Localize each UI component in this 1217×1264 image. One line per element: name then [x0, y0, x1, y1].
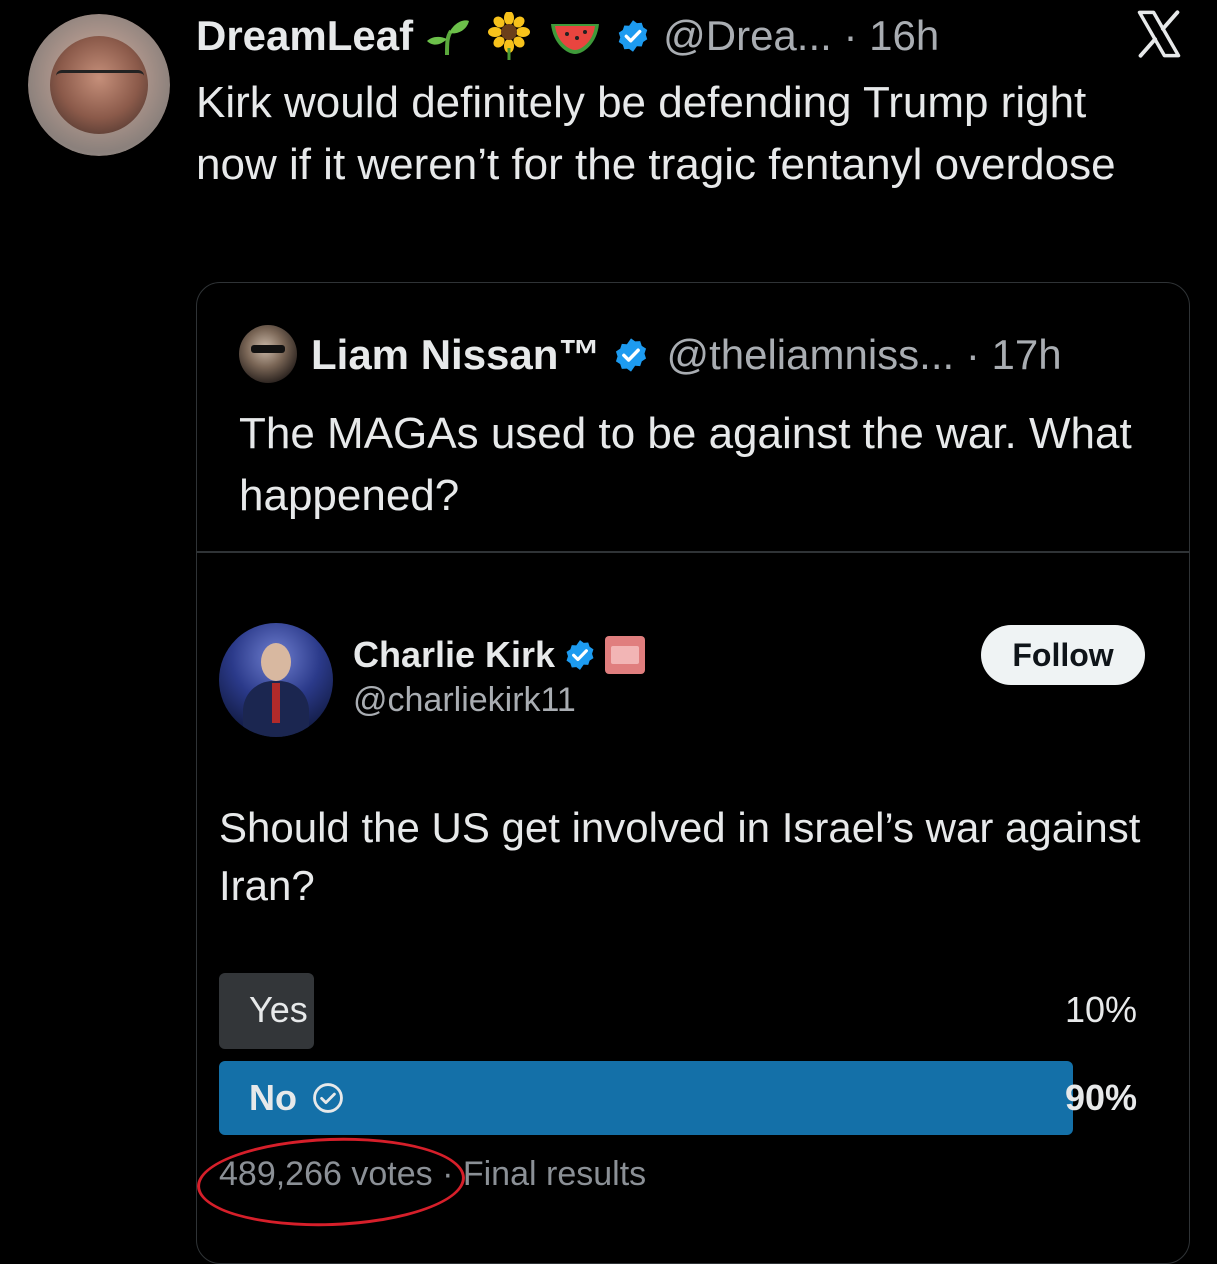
follow-button[interactable]: Follow — [981, 625, 1145, 685]
tweet-time[interactable]: 16h — [869, 12, 939, 59]
quote-text: The MAGAs used to be against the war. Wh… — [239, 409, 1132, 520]
separator-dot: · — [965, 331, 980, 378]
sunflower-icon — [488, 12, 531, 60]
tweet-header: DreamLeaf @Drea... · 16h — [196, 6, 939, 66]
poll-status: Final results — [462, 1155, 647, 1193]
red-circle-annotation — [195, 1133, 467, 1231]
quote-author-name[interactable]: Liam Nissan™ — [311, 331, 600, 379]
affiliation-badge-icon[interactable] — [605, 636, 646, 674]
author-handle-time: @Drea... · 16h — [663, 12, 939, 60]
name-emojis — [425, 12, 603, 60]
quote-author-avatar[interactable] — [239, 325, 297, 383]
poll-question: Should the US get involved in Israel’s w… — [219, 804, 1141, 909]
quote-handle-time: @theliamniss... · 17h — [666, 331, 1061, 379]
embedded-author-name[interactable]: Charlie Kirk — [353, 634, 555, 676]
verified-badge-icon — [616, 338, 647, 372]
embedded-author-handle[interactable]: @charliekirk11 — [353, 681, 576, 720]
quoted-tweet-card[interactable]: Liam Nissan™ @theliamniss... · 17h The M… — [195, 282, 1190, 1264]
avatar-tie — [272, 683, 280, 723]
poll-option-no-bar — [219, 1061, 1073, 1135]
x-logo-icon[interactable] — [1133, 8, 1185, 60]
author-handle[interactable]: @Drea... — [663, 12, 832, 59]
quote-time[interactable]: 17h — [992, 331, 1062, 378]
poll-option-no: No — [249, 1077, 345, 1119]
author-display-name[interactable]: DreamLeaf — [196, 12, 413, 60]
poll-option-no-percent: 90% — [1064, 1077, 1137, 1118]
tweet-text: Kirk would definitely be defending Trump… — [196, 78, 1116, 189]
divider — [197, 551, 1189, 553]
embedded-author-avatar[interactable] — [219, 623, 333, 737]
author-avatar[interactable] — [28, 14, 170, 156]
verified-badge-icon — [618, 20, 648, 52]
quote-header: Liam Nissan™ @theliamniss... · 17h — [311, 323, 1062, 387]
seedling-icon — [427, 20, 470, 56]
embedded-name-row: Charlie Kirk — [353, 629, 646, 681]
verified-badge-icon — [566, 640, 594, 670]
check-circle-icon — [313, 1083, 343, 1113]
avatar-face — [261, 643, 291, 681]
poll-option-yes-label: Yes — [249, 989, 308, 1030]
watermelon-icon — [551, 24, 600, 54]
quote-author-handle[interactable]: @theliamniss... — [666, 331, 954, 378]
poll-option-no-label: No — [249, 1077, 297, 1118]
avatar-sunglasses — [251, 345, 285, 353]
separator-dot: · — [843, 12, 858, 59]
poll-option-yes-percent: 10% — [1064, 989, 1137, 1030]
avatar-glasses — [56, 70, 144, 91]
